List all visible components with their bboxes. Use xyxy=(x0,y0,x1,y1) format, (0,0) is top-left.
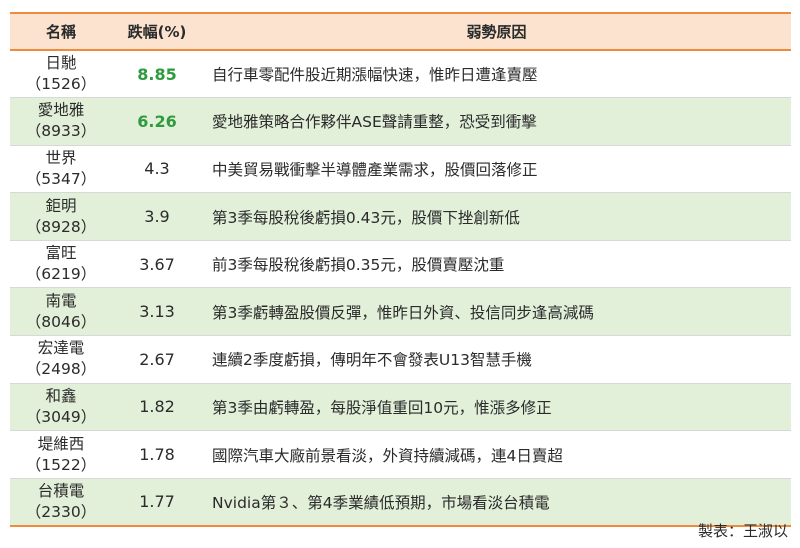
stock-name-cell: 富旺 （6219） xyxy=(10,240,112,289)
decline-reason: 前3季每股稅後虧損0.35元，股價賣壓沈重 xyxy=(202,240,791,289)
stock-code: （6219） xyxy=(25,265,97,284)
decline-pct: 3.67 xyxy=(112,240,202,289)
stock-name: 宏達電 xyxy=(37,339,85,358)
table-row: 日馳 （1526） 8.85 自行車零配件股近期漲幅快速，惟昨日遭逢賣壓 xyxy=(10,50,791,99)
stock-code: （2498） xyxy=(25,360,97,379)
stock-name: 富旺 xyxy=(45,244,77,263)
table-row: 富旺 （6219） 3.67 前3季每股稅後虧損0.35元，股價賣壓沈重 xyxy=(10,240,791,289)
stock-code: （5347） xyxy=(25,169,97,188)
decline-reason: 第3季虧轉盈股價反彈，惟昨日外資、投信同步逢高減碼 xyxy=(202,287,791,337)
stock-name: 愛地雅 xyxy=(37,101,85,120)
decline-pct: 2.67 xyxy=(112,335,202,384)
stock-code: （1522） xyxy=(25,455,97,474)
table-row: 世界 （5347） 4.3 中美貿易戰衝擊半導體產業需求，股價回落修正 xyxy=(10,145,791,194)
table-row: 堤維西 （1522） 1.78 國際汽車大廠前景看淡，外資持續減碼，連4日賣超 xyxy=(10,430,791,479)
stock-name: 世界 xyxy=(45,148,77,167)
stock-name-cell: 南電 （8046） xyxy=(10,287,112,337)
decline-pct: 1.78 xyxy=(112,430,202,479)
table-body: 日馳 （1526） 8.85 自行車零配件股近期漲幅快速，惟昨日遭逢賣壓 愛地雅 （… xyxy=(10,50,791,527)
decline-reason: 愛地雅策略合作夥伴ASE聲請重整，恐受到衝擊 xyxy=(202,97,791,146)
table-row: 台積電 （2330） 1.77 Nvidia第３、第4季業績低預期，市場看淡台積電 xyxy=(10,478,791,527)
stock-name: 鉅明 xyxy=(45,196,77,215)
stock-code: （1526） xyxy=(25,75,97,94)
decline-pct: 3.9 xyxy=(112,192,202,241)
table-row: 愛地雅 （8933） 6.26 愛地雅策略合作夥伴ASE聲請重整，恐受到衝擊 xyxy=(10,97,791,146)
table-row: 南電 （8046） 3.13 第3季虧轉盈股價反彈，惟昨日外資、投信同步逢高減碼 xyxy=(10,287,791,337)
stock-name-cell: 宏達電 （2498） xyxy=(10,335,112,384)
decline-pct: 1.82 xyxy=(112,383,202,432)
stock-name: 南電 xyxy=(45,291,77,310)
header-reason: 弱勢原因 xyxy=(202,12,791,51)
decline-reason: 第3季由虧轉盈，每股淨值重回10元，惟漲多修正 xyxy=(202,383,791,432)
table-header: 名稱 跌幅(%) 弱勢原因 xyxy=(10,12,791,51)
decline-pct: 1.77 xyxy=(112,478,202,527)
stock-name-cell: 愛地雅 （8933） xyxy=(10,97,112,146)
stock-decline-table: 名稱 跌幅(%) 弱勢原因 日馳 （1526） 8.85 自行車零配件股近期漲幅快… xyxy=(10,12,791,527)
decline-reason: Nvidia第３、第4季業績低預期，市場看淡台積電 xyxy=(202,478,791,527)
decline-reason: 連續2季度虧損，傳明年不會發表U13智慧手機 xyxy=(202,335,791,384)
decline-pct: 8.85 xyxy=(112,50,202,99)
stock-name: 台積電 xyxy=(37,481,85,500)
table-row: 和鑫 （3049） 1.82 第3季由虧轉盈，每股淨值重回10元，惟漲多修正 xyxy=(10,383,791,432)
decline-pct: 3.13 xyxy=(112,287,202,337)
stock-name-cell: 堤維西 （1522） xyxy=(10,430,112,479)
table-credit: 製表：王淑以 xyxy=(697,522,788,540)
decline-pct: 4.3 xyxy=(112,145,202,194)
stock-code: （3049） xyxy=(25,407,97,426)
stock-name-cell: 鉅明 （8928） xyxy=(10,192,112,241)
header-row: 名稱 跌幅(%) 弱勢原因 xyxy=(10,12,791,51)
stock-code: （8933） xyxy=(25,122,97,141)
stock-decline-table-container: 名稱 跌幅(%) 弱勢原因 日馳 （1526） 8.85 自行車零配件股近期漲幅快… xyxy=(10,12,791,527)
stock-code: （8928） xyxy=(25,217,97,236)
stock-code: （8046） xyxy=(25,312,97,331)
stock-name-cell: 台積電 （2330） xyxy=(10,478,112,527)
stock-name-cell: 世界 （5347） xyxy=(10,145,112,194)
stock-name: 堤維西 xyxy=(37,434,85,453)
header-pct: 跌幅(%) xyxy=(112,12,202,51)
stock-name: 日馳 xyxy=(45,54,77,73)
decline-reason: 中美貿易戰衝擊半導體產業需求，股價回落修正 xyxy=(202,145,791,194)
decline-reason: 國際汽車大廠前景看淡，外資持續減碼，連4日賣超 xyxy=(202,430,791,479)
table-row: 宏達電 （2498） 2.67 連續2季度虧損，傳明年不會發表U13智慧手機 xyxy=(10,335,791,384)
decline-reason: 第3季每股稅後虧損0.43元，股價下挫創新低 xyxy=(202,192,791,241)
decline-pct: 6.26 xyxy=(112,97,202,146)
table-row: 鉅明 （8928） 3.9 第3季每股稅後虧損0.43元，股價下挫創新低 xyxy=(10,192,791,241)
stock-code: （2330） xyxy=(25,502,97,521)
stock-name-cell: 日馳 （1526） xyxy=(10,50,112,99)
stock-name-cell: 和鑫 （3049） xyxy=(10,383,112,432)
header-name: 名稱 xyxy=(10,12,112,51)
decline-reason: 自行車零配件股近期漲幅快速，惟昨日遭逢賣壓 xyxy=(202,50,791,99)
stock-name: 和鑫 xyxy=(45,386,77,405)
